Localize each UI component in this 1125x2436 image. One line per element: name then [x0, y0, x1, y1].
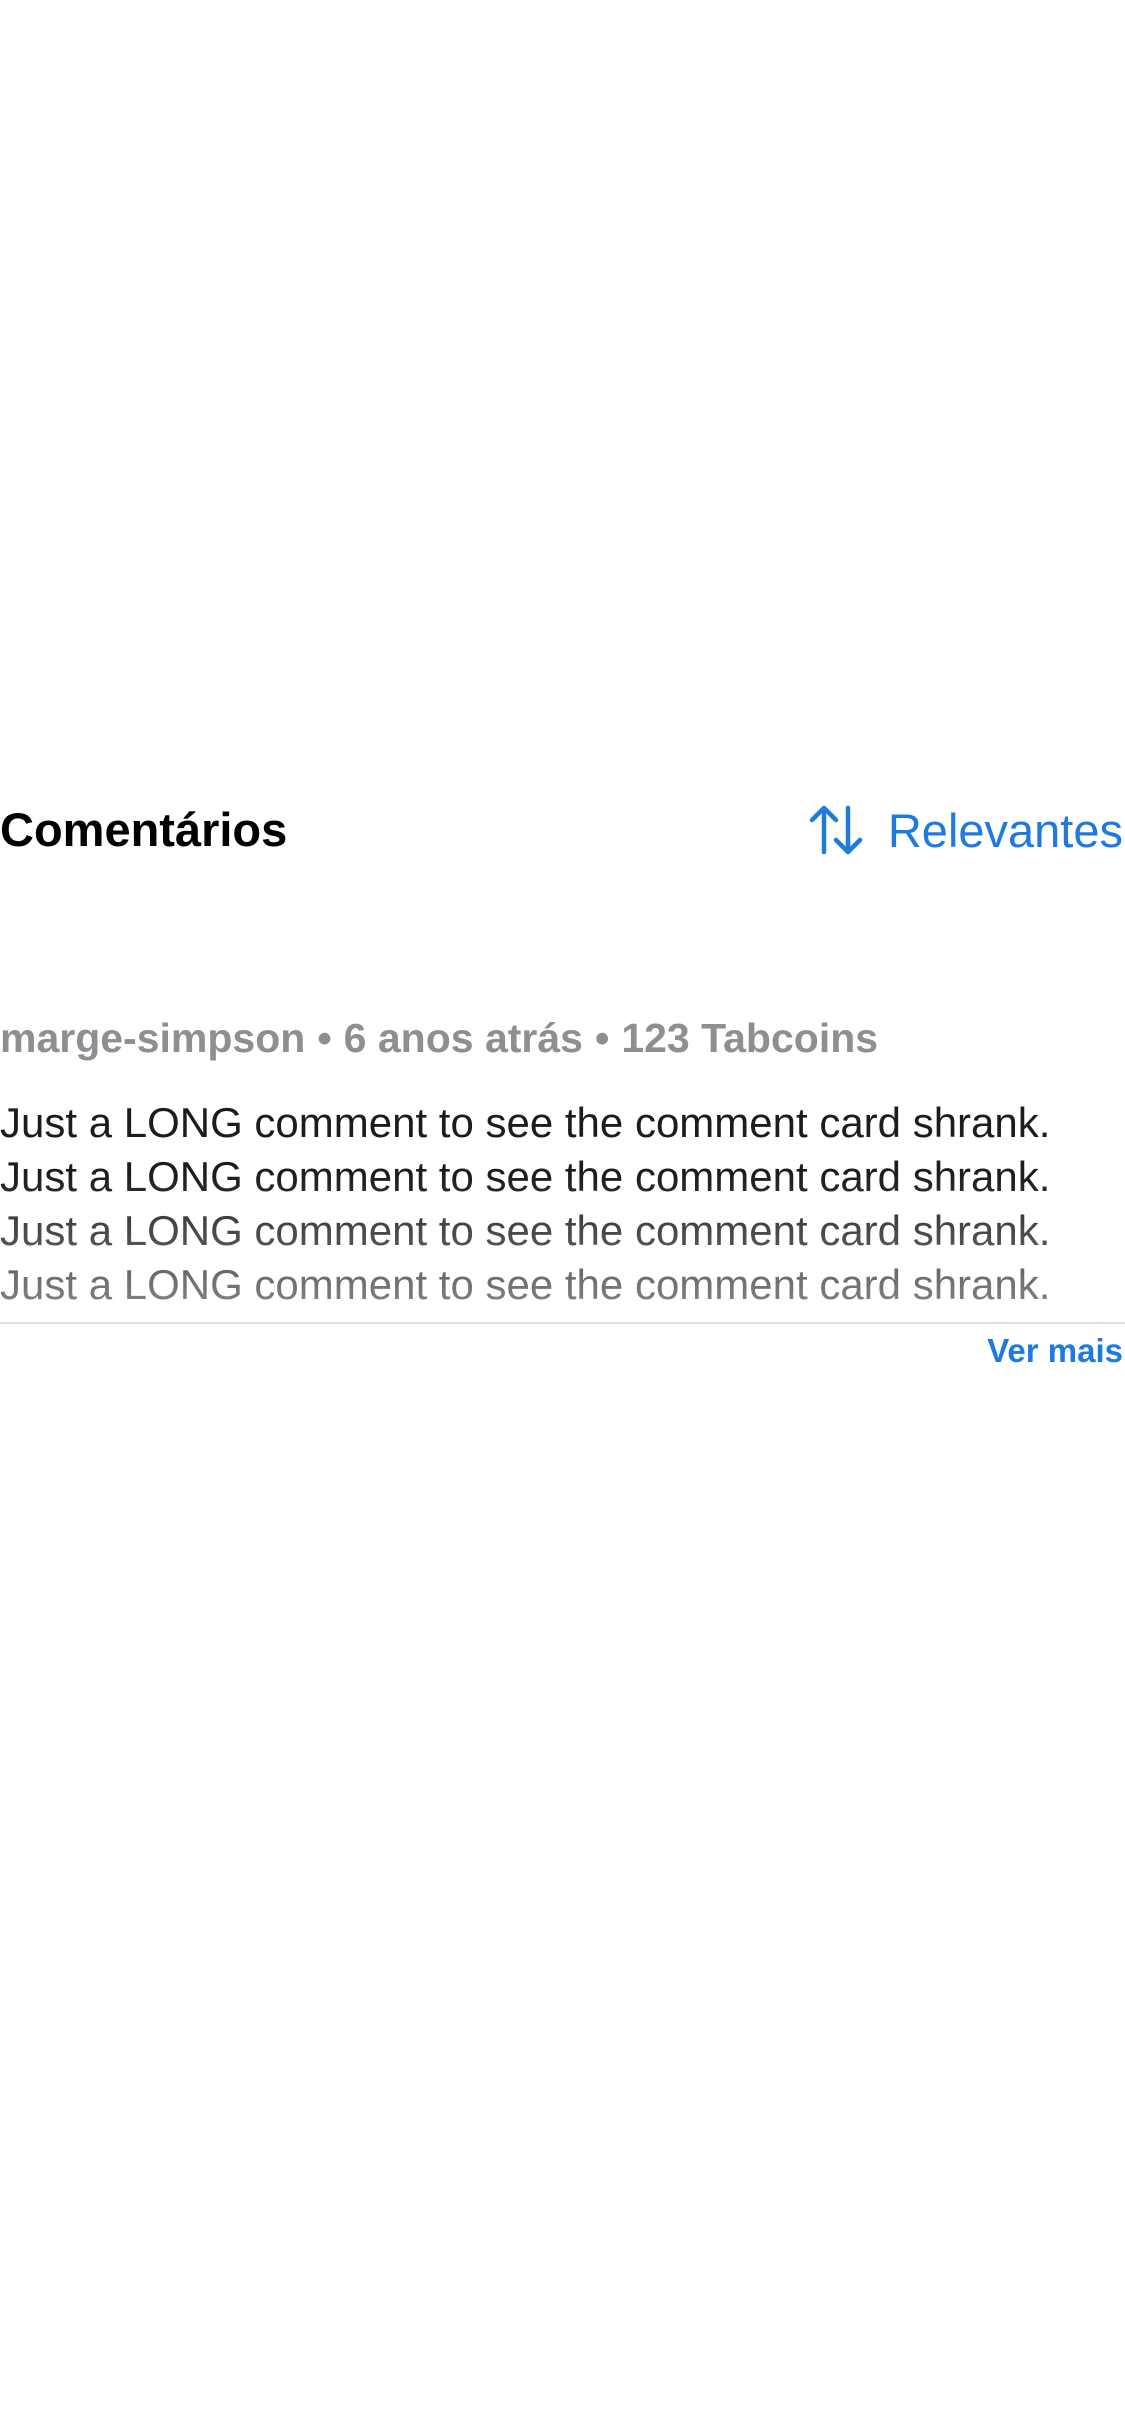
arrow-up-down-icon [806, 800, 866, 860]
divider [0, 1322, 1125, 1324]
comment-body: Just a LONG comment to see the comment c… [0, 1099, 1051, 1322]
see-more-button[interactable]: Ver mais [987, 1334, 1123, 1367]
meta-separator: • [317, 1015, 332, 1061]
comments-header: Comentários Relevantes [0, 790, 1125, 886]
comment-time[interactable]: 6 anos atrás [344, 1015, 583, 1061]
comments-section: Comentários Relevantes marge-simpson • 6 a… [0, 790, 1125, 1367]
comment-tabcoins: 123 Tabcoins [621, 1015, 879, 1061]
comment-body-container: Just a LONG comment to see the comment c… [0, 1096, 1118, 1322]
sort-label: Relevantes [887, 803, 1123, 857]
meta-separator: • [594, 1015, 610, 1061]
sort-button[interactable]: Relevantes [806, 800, 1123, 860]
comments-title: Comentários [0, 803, 288, 856]
comment-meta: marge-simpson • 6 anos atrás • 123 Tabcoins [0, 1018, 878, 1059]
comment-author[interactable]: marge-simpson [0, 1015, 305, 1061]
